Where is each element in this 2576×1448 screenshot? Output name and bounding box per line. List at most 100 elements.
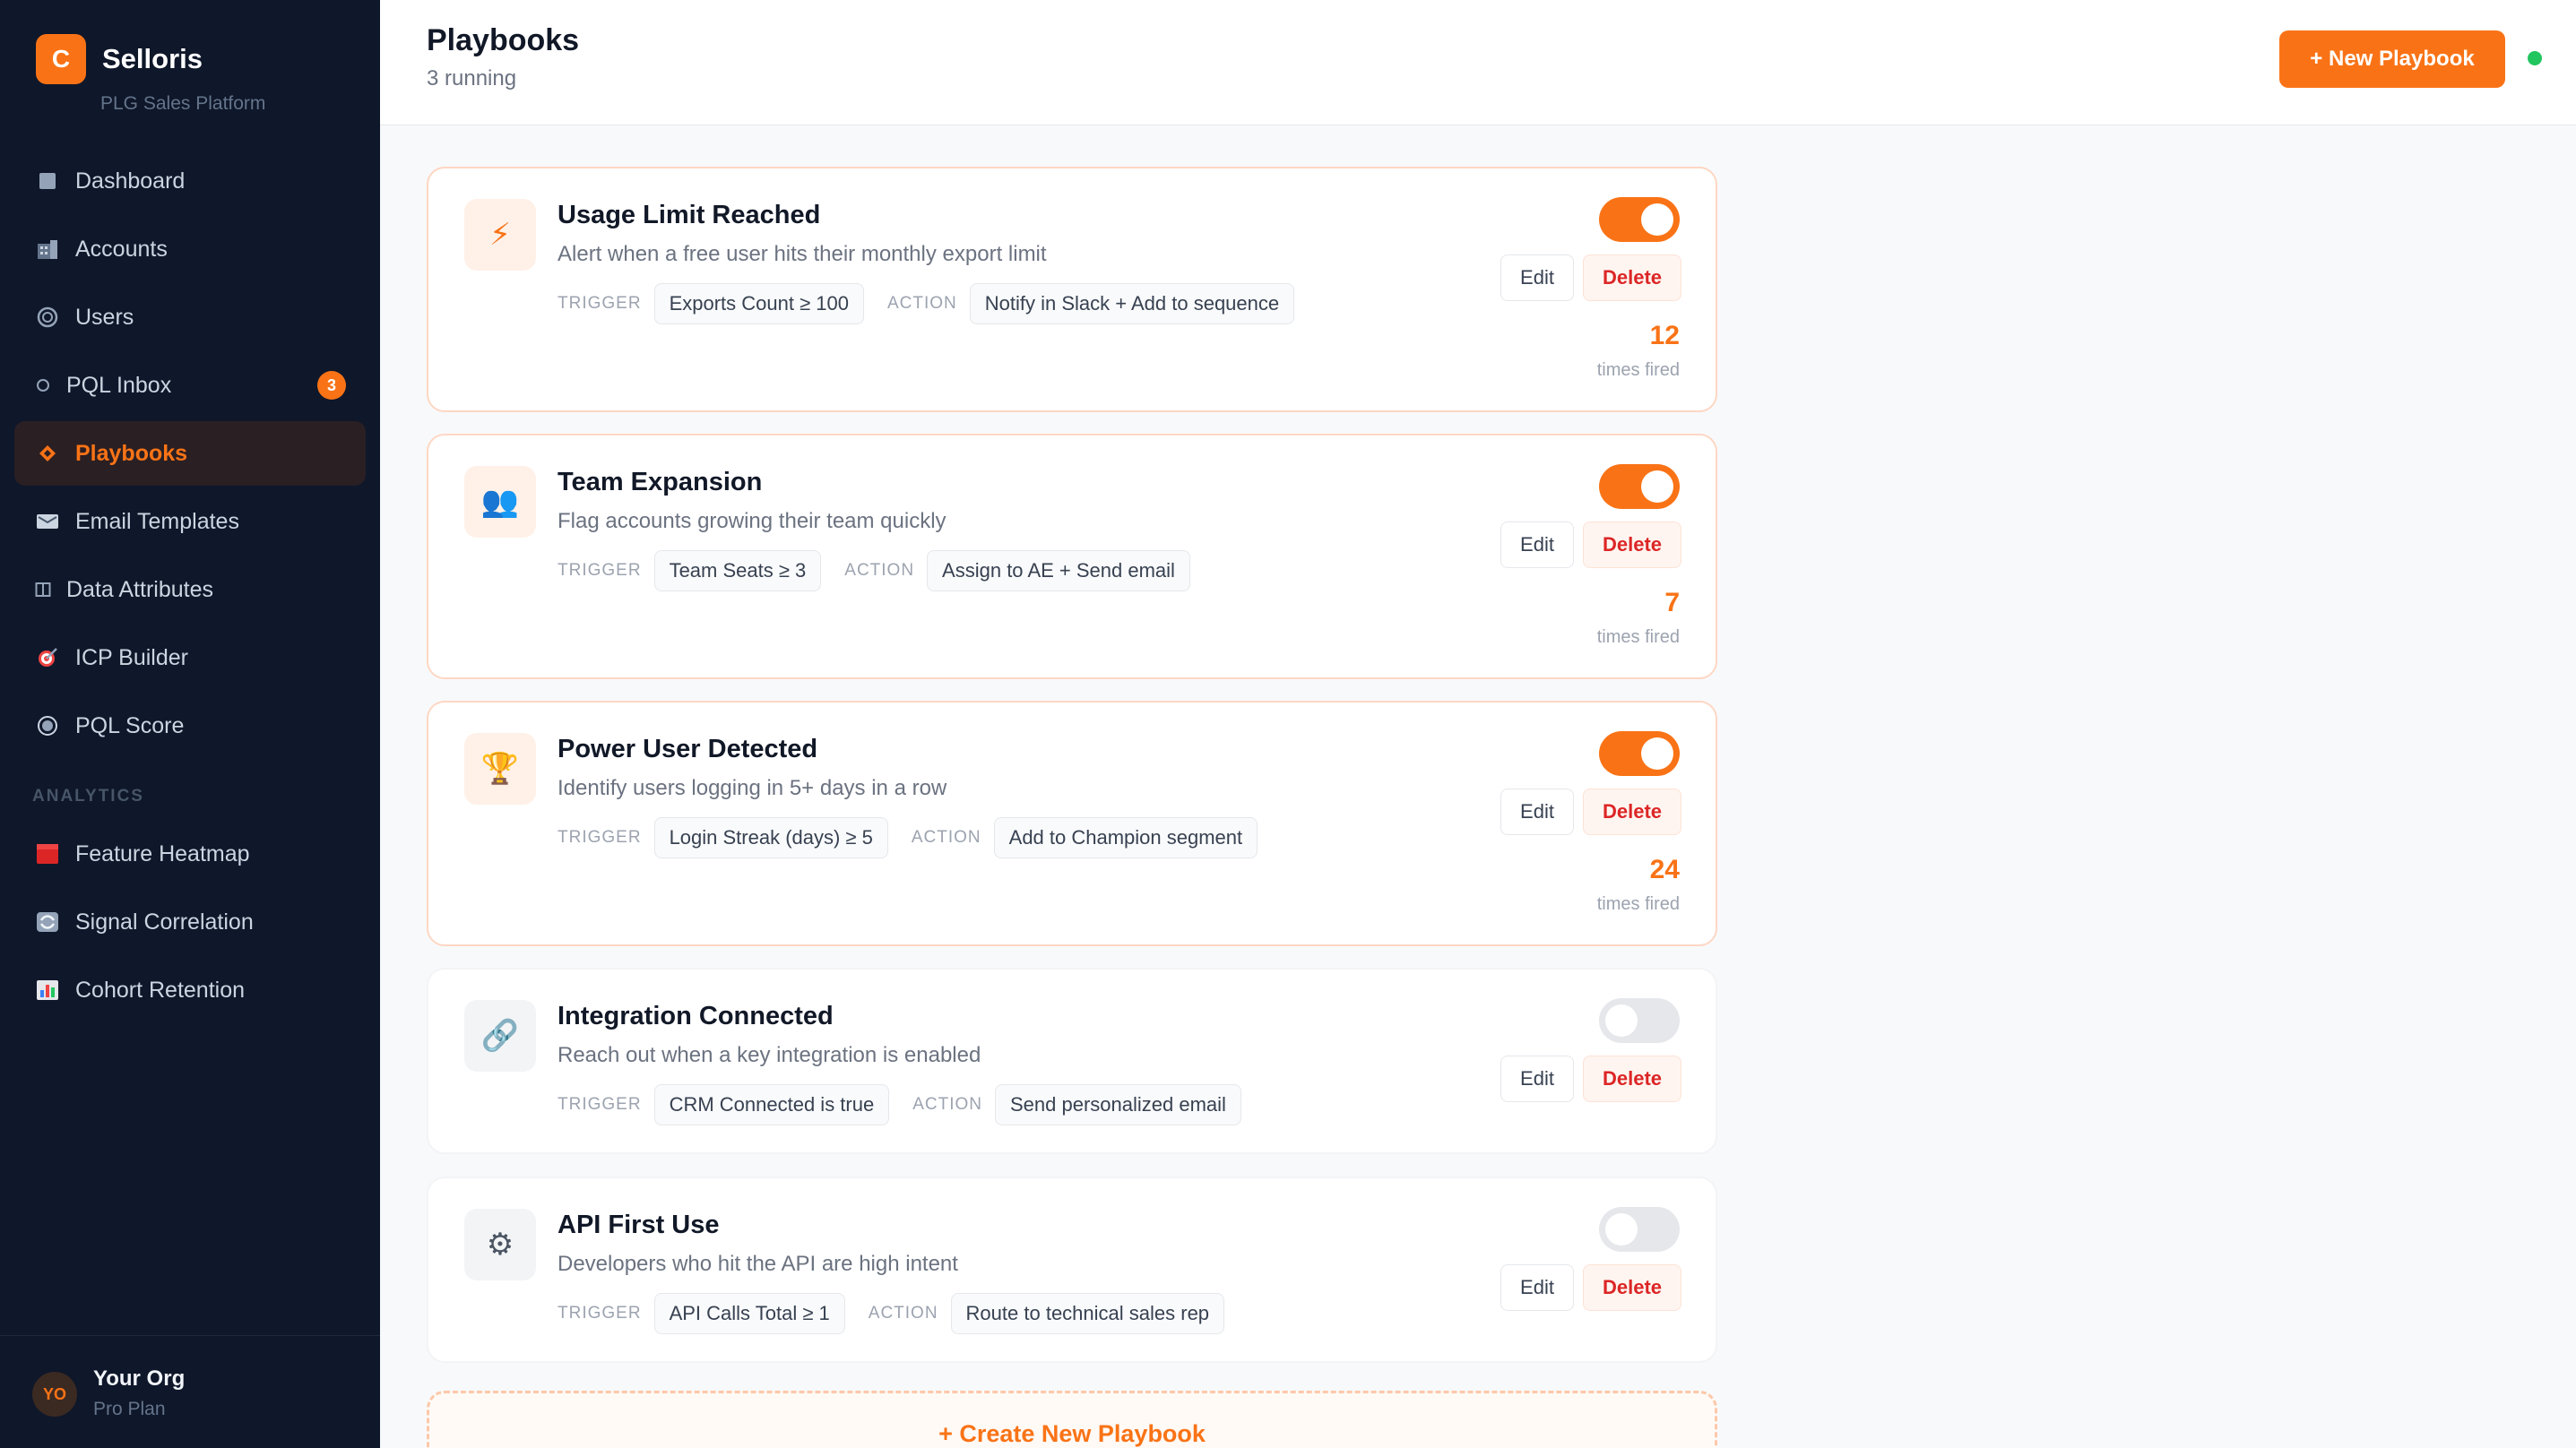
sidebar-item-label: Dashboard bbox=[75, 168, 186, 194]
grid-icon bbox=[34, 172, 61, 190]
sidebar-item-data-attributes[interactable]: Data Attributes bbox=[14, 557, 366, 622]
delete-button[interactable]: Delete bbox=[1583, 789, 1681, 835]
trigger-chip: CRM Connected is true bbox=[653, 1084, 890, 1125]
sidebar-item-label: Signal Correlation bbox=[75, 909, 254, 935]
sidebar-item-pql-inbox[interactable]: PQL Inbox 3 bbox=[14, 353, 366, 418]
sidebar-item-icp-builder[interactable]: ICP Builder bbox=[14, 625, 366, 690]
times-fired-label: times fired bbox=[1596, 894, 1680, 914]
edit-button[interactable]: Edit bbox=[1500, 521, 1574, 568]
status-online-dot bbox=[2528, 51, 2542, 65]
action-label: ACTION bbox=[912, 1095, 982, 1114]
playbook-title: Power User Detected bbox=[558, 735, 818, 763]
page-subtitle: 3 running bbox=[427, 66, 517, 90]
playbook-rule: TRIGGER Team Seats ≥ 3 ACTION Assign to … bbox=[558, 550, 1214, 591]
playbook-title: Usage Limit Reached bbox=[558, 201, 821, 229]
inbox-icon bbox=[34, 378, 52, 392]
times-fired-count: 7 bbox=[1664, 588, 1680, 617]
people-icon: 👥 bbox=[464, 466, 536, 538]
trigger-label: TRIGGER bbox=[558, 294, 642, 313]
sidebar-item-users[interactable]: Users bbox=[14, 285, 366, 349]
sidebar-item-accounts[interactable]: Accounts bbox=[14, 217, 366, 281]
sidebar-item-label: Cohort Retention bbox=[75, 977, 246, 1003]
page-header: Playbooks 3 running + New Playbook bbox=[380, 0, 2576, 125]
action-chip: Notify in Slack + Add to sequence bbox=[969, 283, 1295, 324]
action-label: ACTION bbox=[868, 1304, 938, 1323]
new-playbook-button[interactable]: + New Playbook bbox=[2279, 30, 2505, 88]
sidebar-item-email-templates[interactable]: Email Templates bbox=[14, 489, 366, 554]
action-label: ACTION bbox=[844, 561, 915, 580]
pql-inbox-count-badge: 3 bbox=[317, 371, 346, 400]
sidebar-item-label: Playbooks bbox=[75, 440, 188, 466]
trigger-label: TRIGGER bbox=[558, 828, 642, 847]
sidebar-item-label: Email Templates bbox=[75, 508, 239, 534]
toggle-knob bbox=[1641, 737, 1673, 770]
brand-subtitle: PLG Sales Platform bbox=[100, 93, 266, 114]
edit-button[interactable]: Edit bbox=[1500, 1264, 1574, 1311]
edit-button[interactable]: Edit bbox=[1500, 1056, 1574, 1102]
toggle-knob bbox=[1641, 470, 1673, 503]
playbook-enabled-toggle[interactable] bbox=[1599, 464, 1680, 509]
brand-logo: C bbox=[36, 34, 86, 84]
sidebar-item-feature-heatmap[interactable]: Feature Heatmap bbox=[14, 822, 366, 886]
playbook-card: ⚙ API First Use Developers who hit the A… bbox=[427, 1176, 1717, 1363]
toggle-knob bbox=[1641, 203, 1673, 236]
edit-button[interactable]: Edit bbox=[1500, 254, 1574, 301]
gear-icon: ⚙ bbox=[464, 1209, 536, 1280]
playbook-card: 🔗 Integration Connected Reach out when a… bbox=[427, 968, 1717, 1154]
sidebar-item-cohort-retention[interactable]: Cohort Retention bbox=[14, 958, 366, 1022]
playbook-title: Team Expansion bbox=[558, 468, 763, 496]
playbook-description: Reach out when a key integration is enab… bbox=[558, 1043, 981, 1067]
sidebar-item-pql-score[interactable]: PQL Score bbox=[14, 694, 366, 758]
playbook-card: ⚡ Usage Limit Reached Alert when a free … bbox=[427, 167, 1717, 412]
score-icon bbox=[34, 715, 61, 737]
page-title: Playbooks bbox=[427, 23, 580, 57]
org-name: Your Org bbox=[93, 1366, 186, 1391]
columns-icon bbox=[34, 582, 52, 598]
sidebar-item-playbooks[interactable]: Playbooks bbox=[14, 421, 366, 486]
brand-name: Selloris bbox=[102, 43, 203, 74]
create-new-playbook-button[interactable]: + Create New Playbook bbox=[427, 1391, 1717, 1448]
playbook-enabled-toggle[interactable] bbox=[1599, 1207, 1680, 1252]
action-label: ACTION bbox=[886, 294, 957, 313]
action-label: ACTION bbox=[911, 828, 981, 847]
action-chip: Assign to AE + Send email bbox=[927, 550, 1190, 591]
times-fired-label: times fired bbox=[1596, 360, 1680, 380]
analytics-section-label: ANALYTICS bbox=[32, 787, 144, 806]
trigger-chip: API Calls Total ≥ 1 bbox=[653, 1293, 845, 1334]
delete-button[interactable]: Delete bbox=[1583, 1264, 1681, 1311]
delete-button[interactable]: Delete bbox=[1583, 1056, 1681, 1102]
sidebar-footer[interactable]: YO Your Org Pro Plan bbox=[0, 1335, 380, 1448]
playbook-card: 👥 Team Expansion Flag accounts growing t… bbox=[427, 434, 1717, 679]
action-chip: Add to Champion segment bbox=[993, 817, 1258, 858]
playbook-description: Developers who hit the API are high inte… bbox=[558, 1252, 958, 1276]
brand[interactable]: C Selloris bbox=[36, 34, 203, 84]
sidebar-item-signal-correlation[interactable]: Signal Correlation bbox=[14, 890, 366, 954]
action-chip: Route to technical sales rep bbox=[950, 1293, 1225, 1334]
trigger-label: TRIGGER bbox=[558, 561, 642, 580]
delete-button[interactable]: Delete bbox=[1583, 521, 1681, 568]
playbook-card: 🏆 Power User Detected Identify users log… bbox=[427, 701, 1717, 946]
org-plan: Pro Plan bbox=[93, 1399, 166, 1419]
sidebar-item-label: Accounts bbox=[75, 236, 168, 262]
toggle-knob bbox=[1605, 1213, 1638, 1245]
target-icon bbox=[34, 647, 61, 668]
trigger-chip: Login Streak (days) ≥ 5 bbox=[653, 817, 888, 858]
playbook-description: Identify users logging in 5+ days in a r… bbox=[558, 776, 947, 800]
playbook-description: Flag accounts growing their team quickly bbox=[558, 509, 947, 533]
sidebar: C Selloris PLG Sales Platform Dashboard … bbox=[0, 0, 380, 1448]
playbook-rule: TRIGGER Login Streak (days) ≥ 5 ACTION A… bbox=[558, 817, 1281, 858]
playbook-enabled-toggle[interactable] bbox=[1599, 731, 1680, 776]
sidebar-item-dashboard[interactable]: Dashboard bbox=[14, 149, 366, 213]
sidebar-item-label: Feature Heatmap bbox=[75, 840, 250, 866]
playbook-rule: TRIGGER API Calls Total ≥ 1 ACTION Route… bbox=[558, 1293, 1248, 1334]
playbook-title: Integration Connected bbox=[558, 1002, 834, 1030]
trigger-label: TRIGGER bbox=[558, 1304, 642, 1323]
link-icon: 🔗 bbox=[464, 1000, 536, 1072]
avatar: YO bbox=[32, 1372, 77, 1417]
edit-button[interactable]: Edit bbox=[1500, 789, 1574, 835]
playbook-enabled-toggle[interactable] bbox=[1599, 197, 1680, 242]
trigger-label: TRIGGER bbox=[558, 1095, 642, 1114]
correlation-icon bbox=[34, 911, 61, 933]
playbook-enabled-toggle[interactable] bbox=[1599, 998, 1680, 1043]
delete-button[interactable]: Delete bbox=[1583, 254, 1681, 301]
